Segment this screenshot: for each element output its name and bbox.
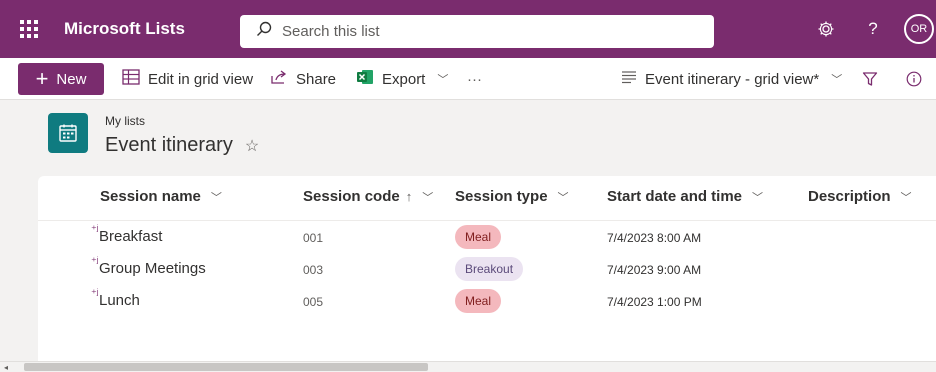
command-bar: + New Edit in grid view Share Export ﹀ ·…: [0, 58, 936, 100]
list-grid: Session name ﹀ Session code ↑ ﹀ Session …: [38, 176, 936, 361]
search-box[interactable]: [240, 15, 714, 48]
search-input[interactable]: [282, 23, 662, 40]
help-icon[interactable]: ?: [861, 17, 885, 41]
session-type-pill: Meal: [455, 289, 502, 313]
waffle-icon[interactable]: [0, 0, 58, 58]
session-code-cell: 005: [303, 295, 324, 309]
session-code-cell: 001: [303, 231, 324, 245]
view-selector[interactable]: Event itinerary - grid view* ﹀: [621, 66, 842, 92]
export-button[interactable]: Export ﹀: [356, 66, 448, 92]
column-header-start-date[interactable]: Start date and time ﹀: [607, 188, 763, 205]
scrollbar-thumb[interactable]: [24, 363, 428, 371]
table-row[interactable]: ⁺ʲ Breakfast 001 Meal 7/4/2023 8:00 AM: [38, 221, 936, 253]
chevron-down-icon: ﹀: [557, 191, 569, 204]
sort-ascending-icon: ↑: [405, 189, 413, 204]
chevron-down-icon: ﹀: [210, 191, 222, 204]
app-header: Microsoft Lists ? OR: [0, 0, 936, 58]
share-icon: [270, 69, 288, 89]
new-button[interactable]: + New: [18, 63, 104, 95]
excel-icon: [356, 69, 374, 89]
chevron-down-icon: ﹀: [752, 191, 764, 204]
chevron-down-icon: ﹀: [831, 74, 843, 86]
column-header-description[interactable]: Description ﹀: [808, 188, 912, 205]
session-name-cell[interactable]: Lunch: [99, 292, 140, 309]
scroll-left-icon[interactable]: ◂: [2, 363, 10, 372]
breadcrumb[interactable]: My lists: [105, 114, 145, 128]
list-icon: [48, 113, 88, 153]
more-button[interactable]: ···: [467, 66, 482, 92]
chevron-down-icon: ﹀: [437, 74, 449, 86]
table-row[interactable]: ⁺ʲ Group Meetings 003 Breakout 7/4/2023 …: [38, 253, 936, 285]
new-item-icon: ⁺ʲ: [91, 288, 99, 300]
session-type-pill: Meal: [455, 225, 502, 249]
info-icon[interactable]: [906, 66, 922, 92]
column-header-session-code[interactable]: Session code ↑ ﹀: [303, 188, 433, 205]
star-icon[interactable]: ☆: [245, 136, 259, 156]
start-date-cell: 7/4/2023 9:00 AM: [607, 263, 702, 277]
avatar[interactable]: OR: [904, 14, 934, 44]
share-button[interactable]: Share: [270, 66, 336, 92]
plus-icon: +: [35, 66, 49, 91]
session-code-cell: 003: [303, 263, 324, 277]
column-header-session-type[interactable]: Session type ﹀: [455, 188, 569, 205]
filter-icon[interactable]: [862, 66, 878, 92]
start-date-cell: 7/4/2023 8:00 AM: [607, 231, 702, 245]
gear-icon[interactable]: [814, 17, 838, 41]
edit-grid-button[interactable]: Edit in grid view: [122, 66, 253, 92]
column-header-session-name[interactable]: Session name ﹀: [100, 188, 222, 205]
table-row[interactable]: ⁺ʲ Lunch 005 Meal 7/4/2023 1:00 PM: [38, 285, 936, 317]
grid-icon: [122, 69, 140, 89]
search-icon: [256, 21, 272, 42]
page-title: Event itinerary ☆: [105, 134, 260, 156]
view-lines-icon: [621, 70, 637, 88]
horizontal-scrollbar[interactable]: ◂: [0, 361, 936, 372]
new-button-label: New: [56, 70, 87, 88]
app-title[interactable]: Microsoft Lists: [64, 19, 234, 39]
start-date-cell: 7/4/2023 1:00 PM: [607, 295, 702, 309]
new-item-icon: ⁺ʲ: [91, 256, 99, 268]
session-name-cell[interactable]: Group Meetings: [99, 260, 206, 277]
session-name-cell[interactable]: Breakfast: [99, 228, 162, 245]
session-type-pill: Breakout: [455, 257, 524, 281]
new-item-icon: ⁺ʲ: [91, 224, 99, 236]
chevron-down-icon: ﹀: [900, 191, 912, 204]
chevron-down-icon: ﹀: [422, 191, 434, 204]
